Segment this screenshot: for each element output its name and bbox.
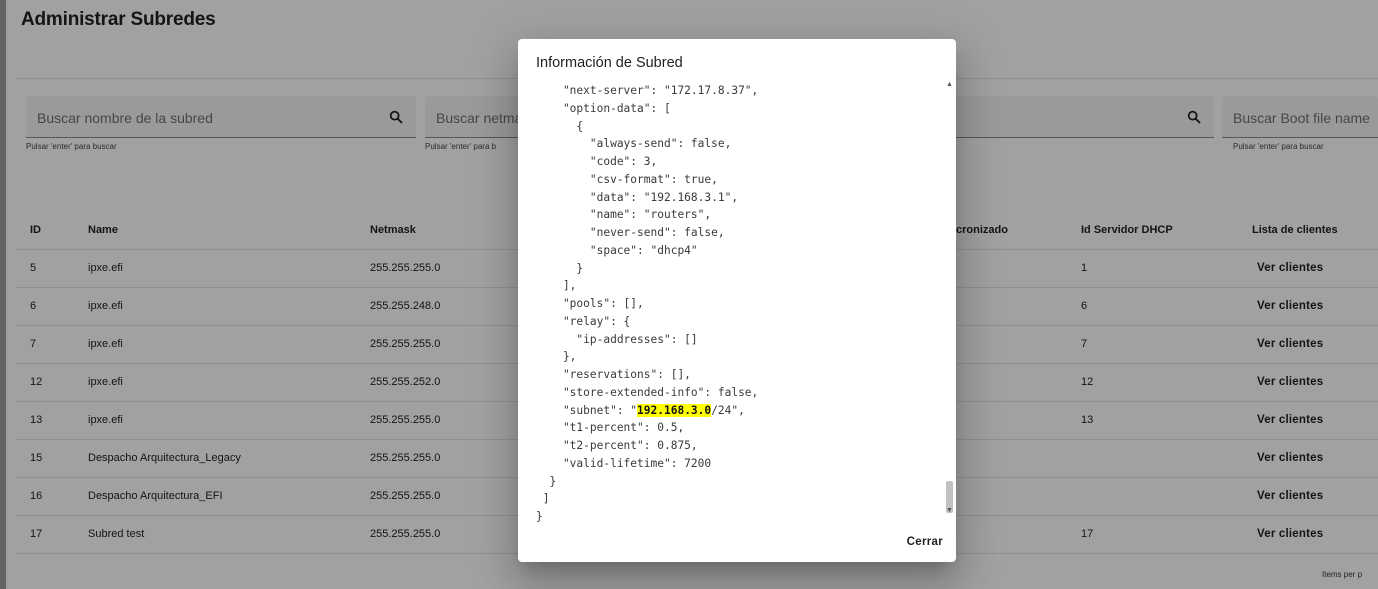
json-text-before: "next-server": "172.17.8.37", "option-da… [562,84,759,417]
close-button[interactable]: Cerrar [907,536,943,548]
dialog-scrollbar[interactable]: ▲ ▼ [945,81,954,515]
scroll-down-icon[interactable]: ▼ [946,507,953,514]
json-highlight: 192.168.3.0 [637,403,712,417]
dialog-content: "next-server": "172.17.8.37", "option-da… [518,82,956,558]
dialog-title: Información de Subred [536,55,683,71]
subnet-json-code: "next-server": "172.17.8.37", "option-da… [536,82,758,526]
scroll-up-icon[interactable]: ▲ [946,81,953,88]
json-text-after: /24", "t1-percent": 0.5, "t2-percent": 0… [536,403,745,524]
subnet-info-dialog: Información de Subred "next-server": "17… [518,39,956,562]
